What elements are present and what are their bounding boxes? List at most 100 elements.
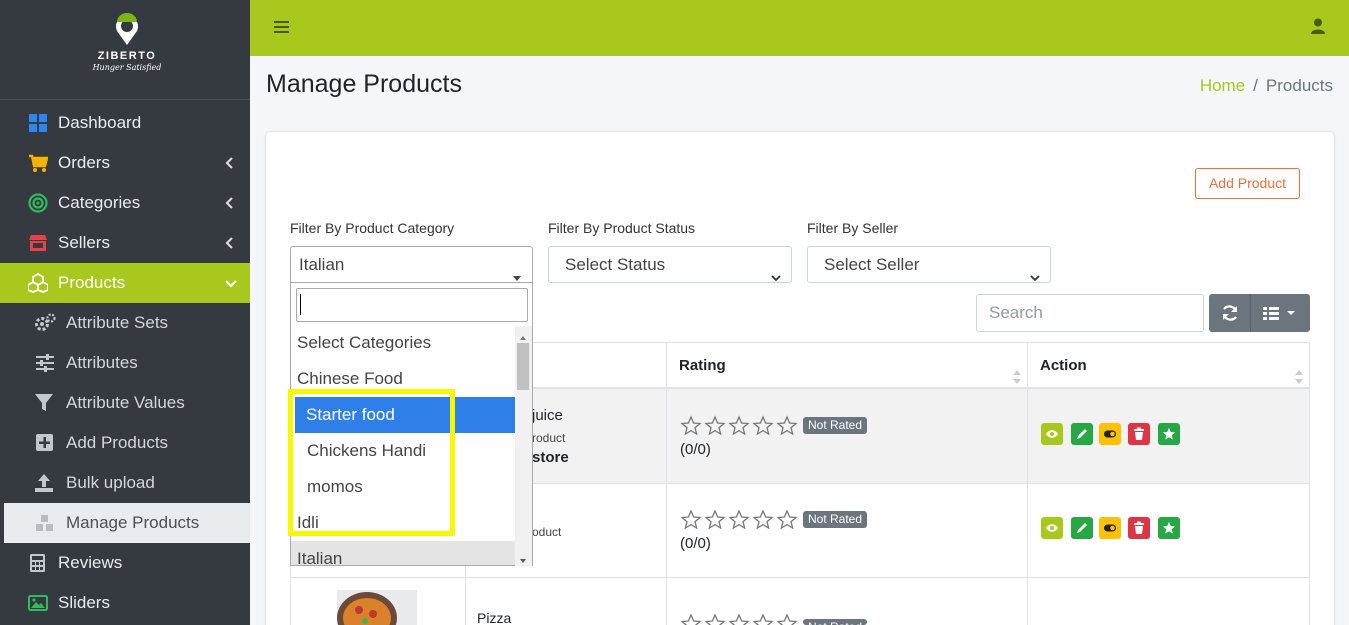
product-type: oduct	[532, 525, 562, 539]
table-search-input[interactable]: Search	[976, 294, 1204, 332]
category-filter-value: Italian	[299, 255, 345, 274]
table-border	[1309, 342, 1310, 625]
sidebar-subitem-attributes[interactable]: Attributes	[4, 343, 250, 383]
sidebar-item-label: Categories	[58, 193, 141, 212]
table-tools-group	[1209, 294, 1310, 332]
chevron-down-icon	[771, 260, 781, 282]
hamburger-menu-icon[interactable]	[274, 20, 289, 34]
toggle-icon	[1104, 430, 1116, 438]
sidebar-item-label: Products	[58, 273, 126, 292]
product-name: juice	[532, 407, 563, 424]
image-icon	[28, 593, 48, 613]
sidebar-subitem-bulk-upload[interactable]: Bulk upload	[4, 463, 250, 503]
top-navbar	[250, 0, 1349, 56]
scroll-up-arrow-icon[interactable]	[518, 329, 528, 340]
chevron-down-icon	[224, 275, 237, 291]
delete-button[interactable]	[1128, 423, 1150, 445]
annotation-highlight-box	[288, 389, 455, 536]
rating-stars	[680, 613, 800, 625]
pencil-icon	[1077, 523, 1087, 533]
dropdown-option[interactable]: Select Categories	[291, 325, 515, 361]
toggle-status-button[interactable]	[1099, 517, 1121, 539]
feature-button[interactable]	[1158, 517, 1180, 539]
toggle-icon	[1104, 524, 1116, 532]
dropdown-search-input[interactable]	[296, 288, 528, 322]
chevron-left-icon	[224, 235, 234, 251]
sidebar-item-dashboard[interactable]: Dashboard	[0, 103, 250, 143]
sidebar-item-reviews[interactable]: Reviews	[0, 543, 250, 583]
sidebar-subitem-manage-products[interactable]: Manage Products	[4, 503, 250, 543]
product-thumbnail	[337, 590, 417, 625]
sidebar-subitem-add-products[interactable]: Add Products	[4, 423, 250, 463]
sidebar-item-sliders[interactable]: Sliders	[0, 583, 250, 623]
toggle-status-button[interactable]	[1099, 423, 1121, 445]
star-icon	[1163, 428, 1175, 440]
feature-button[interactable]	[1158, 423, 1180, 445]
pencil-icon	[1077, 429, 1087, 439]
eye-icon	[1046, 524, 1058, 532]
sidebar-item-orders[interactable]: Orders	[0, 143, 250, 183]
brand-tagline: Hunger Satisfied	[92, 63, 162, 72]
filter-icon	[34, 393, 56, 413]
row-divider	[291, 577, 1309, 578]
rating-status-badge: Not Rated	[803, 619, 868, 625]
breadcrumb-separator: /	[1253, 76, 1258, 95]
columns-toggle-icon[interactable]	[1261, 305, 1301, 321]
edit-button[interactable]	[1071, 423, 1093, 445]
upload-icon	[34, 473, 56, 493]
gears-icon	[34, 313, 56, 333]
rating-status-badge: Not Rated	[803, 511, 868, 528]
sort-icon	[1013, 357, 1021, 384]
sidebar-item-products[interactable]: Products	[0, 263, 250, 303]
plus-square-icon	[34, 433, 56, 453]
status-filter-value: Select Status	[565, 255, 666, 274]
sidebar-item-label: Sliders	[58, 593, 110, 612]
dropdown-option-selected[interactable]: Italian	[291, 541, 515, 565]
sidebar-subitem-attribute-sets[interactable]: Attribute Sets	[4, 303, 250, 343]
dropdown-scrollbar-thumb[interactable]	[517, 343, 529, 390]
category-filter-select[interactable]: Italian	[290, 246, 533, 283]
sidebar-subitem-label: Attribute Sets	[66, 313, 169, 332]
page-title: Manage Products	[266, 70, 462, 98]
scroll-down-arrow-icon[interactable]	[518, 552, 528, 563]
sidebar-subitem-label: Attributes	[66, 353, 138, 372]
product-type: roduct	[532, 431, 566, 445]
sidebar-item-label: Dashboard	[58, 113, 142, 132]
delete-button[interactable]	[1128, 517, 1150, 539]
star-icon	[1163, 522, 1175, 534]
rating-status-badge: Not Rated	[803, 417, 868, 434]
product-seller: store	[532, 449, 569, 466]
seller-filter-select[interactable]: Select Seller	[807, 246, 1051, 283]
sliders-icon	[34, 353, 56, 373]
view-button[interactable]	[1041, 517, 1063, 539]
category-filter-label: Filter By Product Category	[290, 220, 455, 236]
refresh-icon[interactable]	[1220, 304, 1240, 322]
target-icon	[28, 193, 48, 213]
store-icon	[28, 233, 48, 253]
sidebar-subitem-label: Bulk upload	[66, 473, 155, 492]
sidebar-item-label: Reviews	[58, 553, 123, 572]
breadcrumb-current: Products	[1265, 76, 1333, 95]
user-icon[interactable]	[1311, 18, 1325, 34]
status-filter-select[interactable]: Select Status	[548, 246, 792, 283]
column-header-action[interactable]: Action	[1028, 342, 1309, 389]
rating-stars	[680, 509, 800, 531]
breadcrumb: Home / Products	[1200, 76, 1333, 96]
sidebar-subitem-attribute-values[interactable]: Attribute Values	[4, 383, 250, 423]
sidebar-item-label: Sellers	[58, 233, 110, 252]
trash-icon	[1134, 521, 1144, 534]
brand-name: ZIBERTO	[97, 50, 157, 62]
view-button[interactable]	[1041, 423, 1063, 445]
column-header-rating[interactable]: Rating	[667, 342, 1027, 389]
product-name: Pizza	[477, 610, 512, 625]
add-product-button[interactable]: Add Product	[1195, 168, 1300, 199]
breadcrumb-home-link[interactable]: Home	[1200, 76, 1245, 95]
rating-count: (0/0)	[680, 535, 711, 552]
brand-logo[interactable]: ZIBERTO Hunger Satisfied	[0, 0, 250, 100]
edit-button[interactable]	[1071, 517, 1093, 539]
sidebar-item-categories[interactable]: Categories	[0, 183, 250, 223]
sidebar-item-sellers[interactable]: Sellers	[0, 223, 250, 263]
sidebar-subitem-label: Manage Products	[66, 513, 200, 532]
calculator-icon	[28, 553, 48, 573]
cart-icon	[28, 153, 49, 173]
